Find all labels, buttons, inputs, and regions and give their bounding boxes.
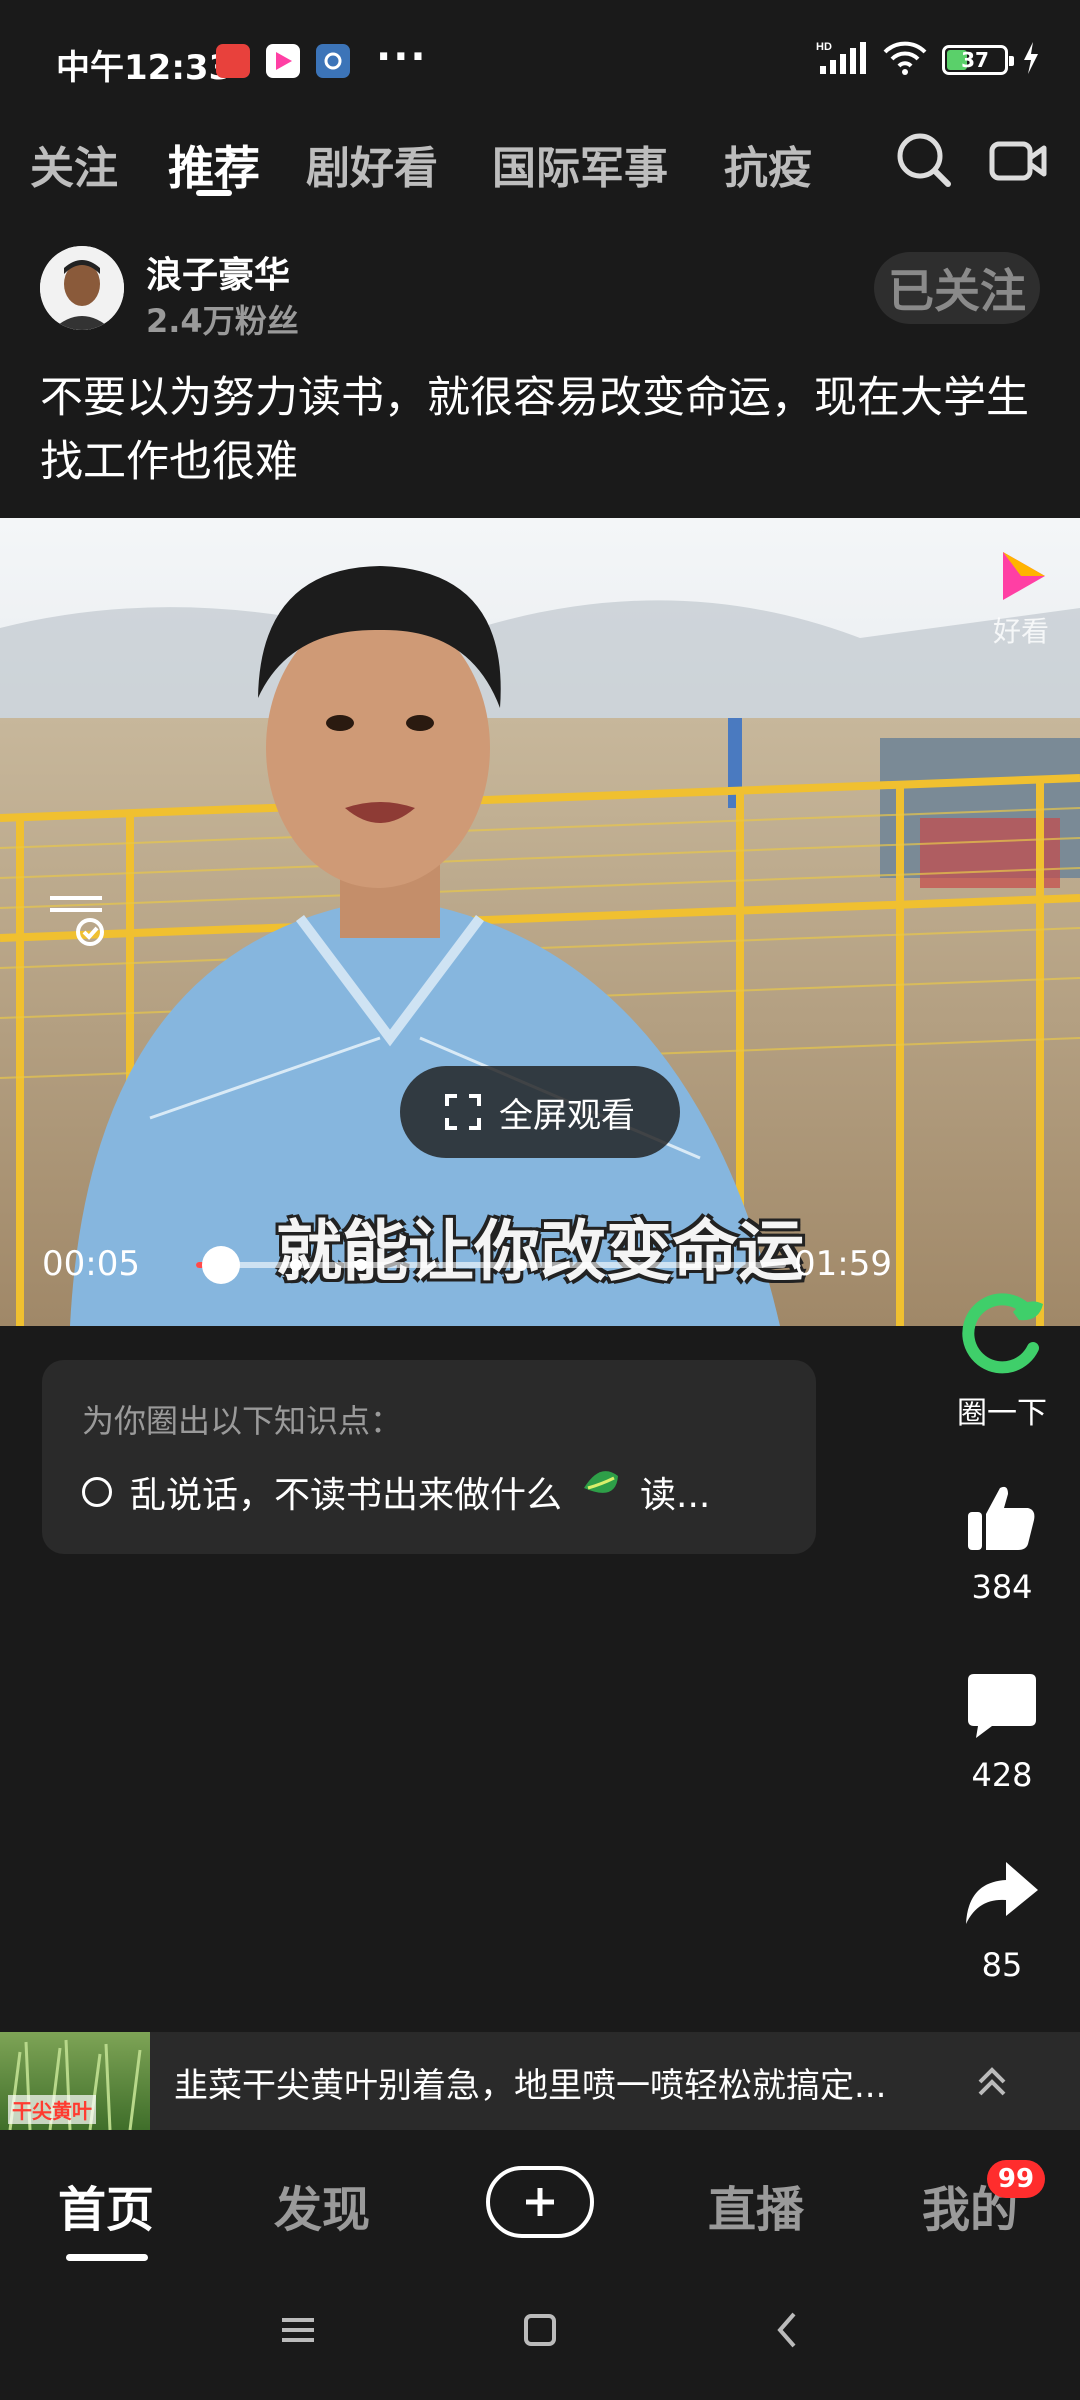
like-count: 384 bbox=[971, 1568, 1033, 1606]
menu-check-icon[interactable] bbox=[46, 888, 110, 956]
ad-thumbnail: 干尖黄叶 bbox=[0, 2032, 150, 2130]
recent-apps-icon[interactable] bbox=[268, 2300, 328, 2360]
expand-up-icon[interactable] bbox=[964, 2054, 1020, 2110]
wifi-icon bbox=[882, 40, 928, 80]
share-action[interactable]: 85 bbox=[924, 1858, 1080, 1984]
chapter-dot bbox=[514, 1259, 527, 1271]
haokan-logo-icon bbox=[1003, 552, 1045, 600]
current-time: 00:05 bbox=[42, 1244, 140, 1284]
bottom-nav: 首页 发现 直播 我的 99 bbox=[0, 2130, 1080, 2270]
status-bar: 中午12:33 ··· HD 37 bbox=[0, 0, 1080, 124]
knowledge-point-2: 读... bbox=[640, 1475, 711, 1516]
thumbs-up-icon bbox=[968, 1486, 1035, 1550]
knowledge-point-text: 乱说话，不读书出来做什么 bbox=[130, 1475, 563, 1516]
like-action[interactable]: 384 bbox=[924, 1480, 1080, 1606]
follow-button[interactable]: 已关注 bbox=[874, 252, 1040, 324]
status-indicators: HD 37 bbox=[816, 40, 1040, 80]
knowledge-point[interactable]: 乱说话，不读书出来做什么 读... bbox=[82, 1466, 710, 1518]
tab-drama[interactable]: 剧好看 bbox=[306, 132, 438, 196]
circle-mark-icon bbox=[962, 1293, 1043, 1374]
fullscreen-icon bbox=[445, 1094, 481, 1130]
author-name[interactable]: 浪子豪华 bbox=[146, 246, 290, 298]
video-player[interactable]: 好看 全屏观看 就能让你改变命运 00:05 01:59 bbox=[0, 518, 1080, 1326]
video-logo: 好看 bbox=[988, 546, 1054, 650]
circle-action[interactable]: 圈一下 bbox=[924, 1290, 1080, 1432]
tab-epidemic[interactable]: 抗疫 bbox=[724, 132, 812, 196]
duration: 01:59 bbox=[794, 1244, 892, 1284]
battery-icon: 37 bbox=[942, 45, 1014, 75]
ad-thumbnail-label: 干尖黄叶 bbox=[8, 2095, 96, 2124]
progress-bar[interactable] bbox=[196, 1246, 786, 1284]
notification-app-icon-3 bbox=[316, 44, 350, 78]
leaf-icon bbox=[580, 1468, 622, 1517]
author-avatar[interactable] bbox=[40, 246, 124, 330]
system-nav-bar bbox=[0, 2270, 1080, 2400]
search-icon[interactable] bbox=[892, 128, 956, 192]
circle-label: 圈一下 bbox=[957, 1396, 1047, 1431]
fullscreen-button[interactable]: 全屏观看 bbox=[400, 1066, 680, 1158]
tab-active-indicator bbox=[196, 190, 232, 196]
ad-text[interactable]: 韭菜干尖黄叶别着急，地里喷一喷轻松就搞定... bbox=[174, 2058, 886, 2107]
notification-app-icon-1 bbox=[216, 44, 250, 78]
battery-level: 37 bbox=[961, 48, 989, 72]
network-label: HD bbox=[816, 41, 832, 53]
home-icon[interactable] bbox=[510, 2300, 570, 2360]
fullscreen-label: 全屏观看 bbox=[499, 1095, 635, 1136]
video-camera-icon[interactable] bbox=[986, 128, 1050, 192]
related-ad-bar[interactable]: 干尖黄叶 韭菜干尖黄叶别着急，地里喷一喷轻松就搞定... bbox=[0, 2032, 1080, 2130]
notification-badge: 99 bbox=[987, 2160, 1045, 2198]
charging-icon bbox=[1022, 42, 1040, 78]
knowledge-card-title: 为你圈出以下知识点： bbox=[82, 1402, 403, 1440]
plus-icon bbox=[526, 2188, 554, 2216]
back-icon[interactable] bbox=[758, 2300, 818, 2360]
tab-recommend[interactable]: 推荐 bbox=[168, 132, 260, 198]
top-tabs: 关注 推荐 剧好看 国际军事 抗疫 bbox=[0, 124, 1080, 220]
create-button[interactable] bbox=[486, 2166, 594, 2238]
author-fans: 2.4万粉丝 bbox=[146, 302, 299, 340]
share-icon bbox=[966, 1862, 1038, 1924]
notification-app-icon-2 bbox=[266, 44, 300, 78]
comment-count: 428 bbox=[971, 1756, 1033, 1794]
knowledge-card[interactable]: 为你圈出以下知识点： 乱说话，不读书出来做什么 读... bbox=[42, 1360, 816, 1554]
nav-active-indicator bbox=[66, 2254, 148, 2261]
status-time: 中午12:33 bbox=[56, 48, 233, 88]
comment-action[interactable]: 428 bbox=[924, 1668, 1080, 1794]
video-logo-label: 好看 bbox=[992, 615, 1049, 648]
tab-follow[interactable]: 关注 bbox=[30, 132, 118, 196]
nav-live[interactable]: 直播 bbox=[708, 2170, 804, 2240]
status-more: ··· bbox=[376, 34, 428, 80]
nav-home[interactable]: 首页 bbox=[58, 2170, 154, 2240]
circle-outline-icon bbox=[82, 1477, 112, 1507]
video-subtitle: 就能让你改变命运 bbox=[276, 1213, 804, 1290]
nav-discover[interactable]: 发现 bbox=[274, 2170, 370, 2240]
share-count: 85 bbox=[981, 1946, 1023, 1984]
signal-icon: HD bbox=[816, 40, 868, 80]
post-title: 不要以为努力读书，就很容易改变命运，现在大学生找工作也很难 bbox=[40, 373, 1029, 487]
tab-military[interactable]: 国际军事 bbox=[492, 132, 668, 196]
comment-icon bbox=[968, 1674, 1036, 1738]
progress-knob[interactable] bbox=[201, 1246, 240, 1284]
